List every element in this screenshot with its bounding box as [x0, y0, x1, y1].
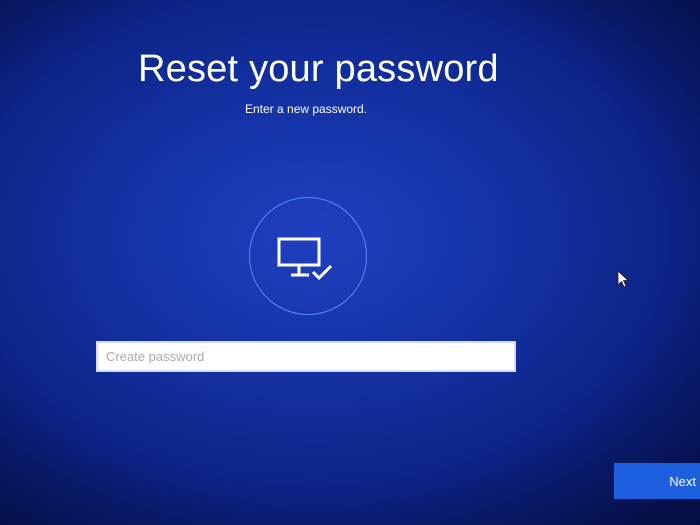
- create-password-input[interactable]: [96, 341, 516, 372]
- user-avatar: [249, 197, 367, 315]
- next-button[interactable]: Next: [614, 463, 700, 499]
- page-subtitle: Enter a new password.: [245, 102, 368, 116]
- monitor-check-icon: [277, 237, 333, 281]
- page-title: Reset your password: [138, 48, 499, 90]
- mouse-pointer-icon: [617, 270, 629, 288]
